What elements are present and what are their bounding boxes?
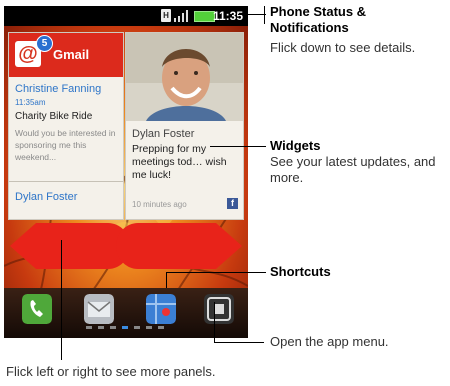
shortcuts-leader (166, 272, 266, 273)
email-preview: Would you be interested in sponsoring me… (15, 128, 116, 162)
app-menu-leader (214, 302, 215, 342)
panels-leader (61, 240, 62, 360)
facebook-icon: f (227, 198, 238, 209)
widgets-callout-title: Widgets (270, 138, 321, 153)
gmail-header: @ 5 Gmail (9, 33, 123, 77)
app-menu-callout-desc: Open the app menu. (270, 334, 389, 349)
widgets-leader (210, 146, 266, 147)
status-leader-bracket (264, 6, 265, 24)
panels-callout-desc: Flick left or right to see more panels. (6, 364, 216, 379)
email-subject: Charity Bike Ride (15, 111, 93, 122)
page-indicator (86, 326, 164, 329)
sim-icon: H (161, 9, 171, 22)
battery-icon (194, 11, 215, 22)
app-menu-leader-h (214, 342, 264, 343)
gmail-title: Gmail (53, 47, 90, 62)
gmail-widget[interactable]: @ 5 Gmail Christine Fanning 11:35am Char… (8, 32, 124, 220)
social-widget[interactable]: Dylan Foster Prepping for my meetings to… (125, 32, 244, 220)
email-time: 11:35am (15, 98, 46, 107)
shortcuts-leader-down (166, 272, 167, 288)
profile-photo (126, 33, 243, 121)
phone-screen: H 11:35 @ 5 Gmail Christine Fanning 11:3… (4, 6, 248, 338)
divider (9, 181, 123, 182)
update-time: 10 minutes ago (132, 200, 187, 209)
status-leader (238, 14, 266, 15)
status-bar[interactable]: H 11:35 (4, 6, 248, 26)
widgets-callout-desc: See your latest updates, and more. (270, 154, 436, 185)
unread-badge: 5 (36, 35, 53, 52)
status-callout-title: Phone Status & Notifications (270, 4, 367, 35)
panel-right-arrow (116, 223, 242, 269)
maps-icon[interactable] (146, 294, 176, 324)
panel-arrows[interactable] (4, 220, 248, 272)
signal-icon (174, 10, 188, 22)
panel-left-arrow (10, 223, 130, 269)
mail-icon[interactable] (84, 294, 114, 324)
email-sender-next[interactable]: Dylan Foster (15, 191, 119, 203)
status-callout-desc: Flick down to see details. (270, 40, 416, 55)
status-time: 11:35 (212, 9, 243, 23)
shortcuts-callout-title: Shortcuts (270, 264, 331, 279)
phone-icon[interactable] (22, 294, 52, 324)
status-update: Prepping for my meetings tod… wish me lu… (132, 143, 227, 181)
dock (4, 288, 248, 338)
app-menu-icon[interactable] (204, 294, 234, 324)
contact-name: Dylan Foster (132, 128, 195, 140)
email-sender[interactable]: Christine Fanning (15, 83, 119, 95)
